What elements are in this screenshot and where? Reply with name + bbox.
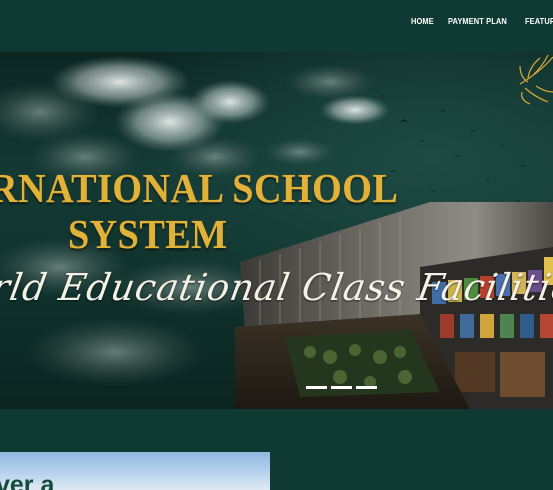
leaf-ornament-icon <box>519 54 553 105</box>
slider-pagination <box>306 376 381 394</box>
nav-features[interactable]: FEATUR <box>525 16 553 26</box>
hero-slider: RNATIONAL SCHOOL SYSTEM rld Educational … <box>0 52 553 409</box>
nav-home[interactable]: HOME <box>411 16 434 26</box>
section-image: ver a <box>0 452 270 490</box>
slide-dot-1[interactable] <box>306 386 327 389</box>
top-navbar: HOME PAYMENT PLAN FEATUR <box>0 0 553 52</box>
hero-title-line1: RNATIONAL SCHOOL <box>0 165 399 211</box>
nav-menu: HOME PAYMENT PLAN FEATUR <box>411 16 553 26</box>
section-heading: ver a <box>0 471 55 490</box>
slide-dot-3[interactable] <box>356 386 377 389</box>
hero-title-line2: SYSTEM <box>68 211 228 257</box>
hero-tagline: rld Educational Class Facilities <box>0 266 553 309</box>
slide-dot-2[interactable] <box>331 386 352 389</box>
nav-payment-plan[interactable]: PAYMENT PLAN <box>448 16 507 26</box>
